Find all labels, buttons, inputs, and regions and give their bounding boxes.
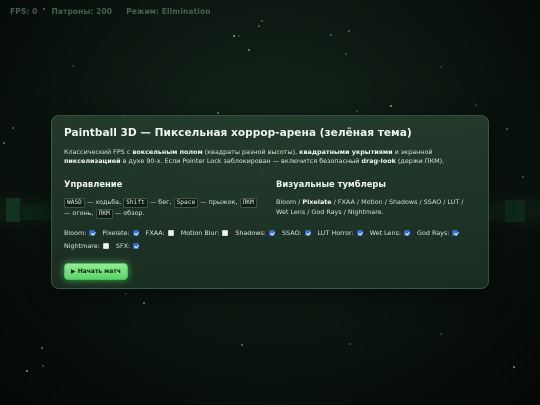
hud-bar: FPS: 0 Патроны: 200 Режим: Elimination: [10, 7, 211, 16]
toggle-item[interactable]: God Rays:: [417, 228, 459, 237]
controls-heading: Управление: [64, 178, 123, 189]
particle: [475, 104, 477, 106]
start-menu-panel: Paintball 3D — Пиксельная хоррор-арена (…: [51, 115, 489, 289]
toggle-item[interactable]: Wet Lens:: [369, 228, 411, 237]
game-mode: Режим: Elimination: [126, 7, 211, 16]
particle: [258, 25, 260, 27]
toggle-label: Pixelate:: [102, 228, 130, 237]
particle: [348, 30, 350, 32]
key-rmb: ПКМ: [95, 208, 113, 219]
particle: [261, 20, 263, 22]
toggle-item[interactable]: Shadows:: [235, 229, 275, 237]
key-space: Space: [173, 197, 199, 208]
toggle-checkbox[interactable]: [304, 229, 311, 236]
toggle-checkbox[interactable]: [268, 229, 275, 236]
particle: [238, 35, 240, 37]
particle: [72, 65, 74, 67]
toggle-list: Bloom: Pixelate: FXAA: Motion Blur: Shadows:…: [64, 229, 464, 250]
particle: [143, 302, 145, 304]
toggle-checkbox[interactable]: [132, 229, 139, 236]
particle: [440, 66, 442, 68]
particle: [345, 53, 347, 55]
visual-heading: Визуальные тумблеры: [276, 178, 387, 189]
voxel-cover: [22, 206, 52, 220]
start-match-button[interactable]: ▶ Начать матч: [64, 262, 128, 280]
fps-counter: FPS: 0: [10, 7, 38, 16]
game-title: Paintball 3D — Пиксельная хоррор-арена (…: [64, 127, 412, 139]
toggle-label: SFX:: [115, 241, 131, 250]
toggle-item[interactable]: Motion Blur:: [181, 229, 229, 237]
toggle-label: Bloom:: [64, 228, 87, 237]
particle: [513, 366, 515, 368]
particle: [26, 370, 28, 372]
game-description: Классический FPS с воксельным полом (ква…: [64, 148, 445, 166]
particle: [42, 365, 44, 367]
particle: [12, 127, 14, 129]
toggle-checkbox[interactable]: [222, 229, 229, 236]
toggle-checkbox[interactable]: [167, 229, 174, 236]
particle: [330, 34, 332, 36]
toggle-item[interactable]: SSAO:: [282, 229, 311, 237]
toggle-checkbox[interactable]: [404, 229, 411, 236]
toggle-checkbox[interactable]: [89, 229, 96, 236]
voxel-cover: [6, 198, 20, 222]
key-wasd: WASD: [64, 197, 85, 208]
toggle-checkbox[interactable]: [452, 229, 459, 236]
particle: [349, 343, 351, 345]
particle: [233, 35, 235, 37]
particle: [522, 176, 524, 178]
toggle-checkbox[interactable]: [356, 229, 363, 236]
particle: [217, 112, 219, 114]
ammo-counter: Патроны: 200: [51, 7, 113, 16]
toggle-label: Nightmare:: [64, 241, 100, 250]
particle: [248, 49, 250, 51]
toggle-checkbox[interactable]: [133, 242, 140, 249]
voxel-cover: [505, 200, 525, 222]
toggle-item[interactable]: LUT Horror:: [318, 229, 363, 237]
toggle-label: FXAA:: [145, 228, 165, 237]
particle: [3, 142, 5, 144]
toggle-checkbox[interactable]: [102, 242, 109, 249]
particle: [125, 293, 127, 295]
controls-section: Управление WASD — ходьба, Shift — бег, S…: [64, 179, 264, 219]
toggle-label: SSAO:: [281, 228, 302, 237]
particle: [390, 105, 392, 107]
toggle-label: LUT Horror:: [317, 228, 354, 237]
toggle-label: Motion Blur:: [180, 228, 220, 237]
toggle-item[interactable]: SFX:: [115, 241, 140, 250]
particle: [241, 344, 243, 346]
key-shift: Shift: [123, 197, 148, 208]
particle: [440, 333, 442, 335]
toggle-item[interactable]: Bloom:: [64, 228, 96, 237]
controls-text: WASD — ходьба, Shift — бег, Space — прыж…: [64, 197, 264, 219]
toggle-label: Wet Lens:: [369, 228, 402, 237]
toggle-item[interactable]: Nightmare:: [64, 242, 109, 250]
particle: [41, 347, 43, 349]
toggle-label: God Rays:: [417, 228, 450, 237]
toggle-label: Shadows:: [235, 228, 266, 237]
particle: [356, 110, 358, 112]
particle: [506, 128, 508, 130]
key-lmb: ЛКМ: [239, 197, 257, 208]
toggle-item[interactable]: FXAA:: [146, 229, 174, 237]
toggle-item[interactable]: Pixelate:: [102, 228, 139, 237]
visual-toggles-section: Визуальные тумблеры Bloom / Pixelate / F…: [276, 179, 476, 219]
visual-text: Bloom / Pixelate / FXAA / Motion / Shado…: [276, 197, 464, 217]
